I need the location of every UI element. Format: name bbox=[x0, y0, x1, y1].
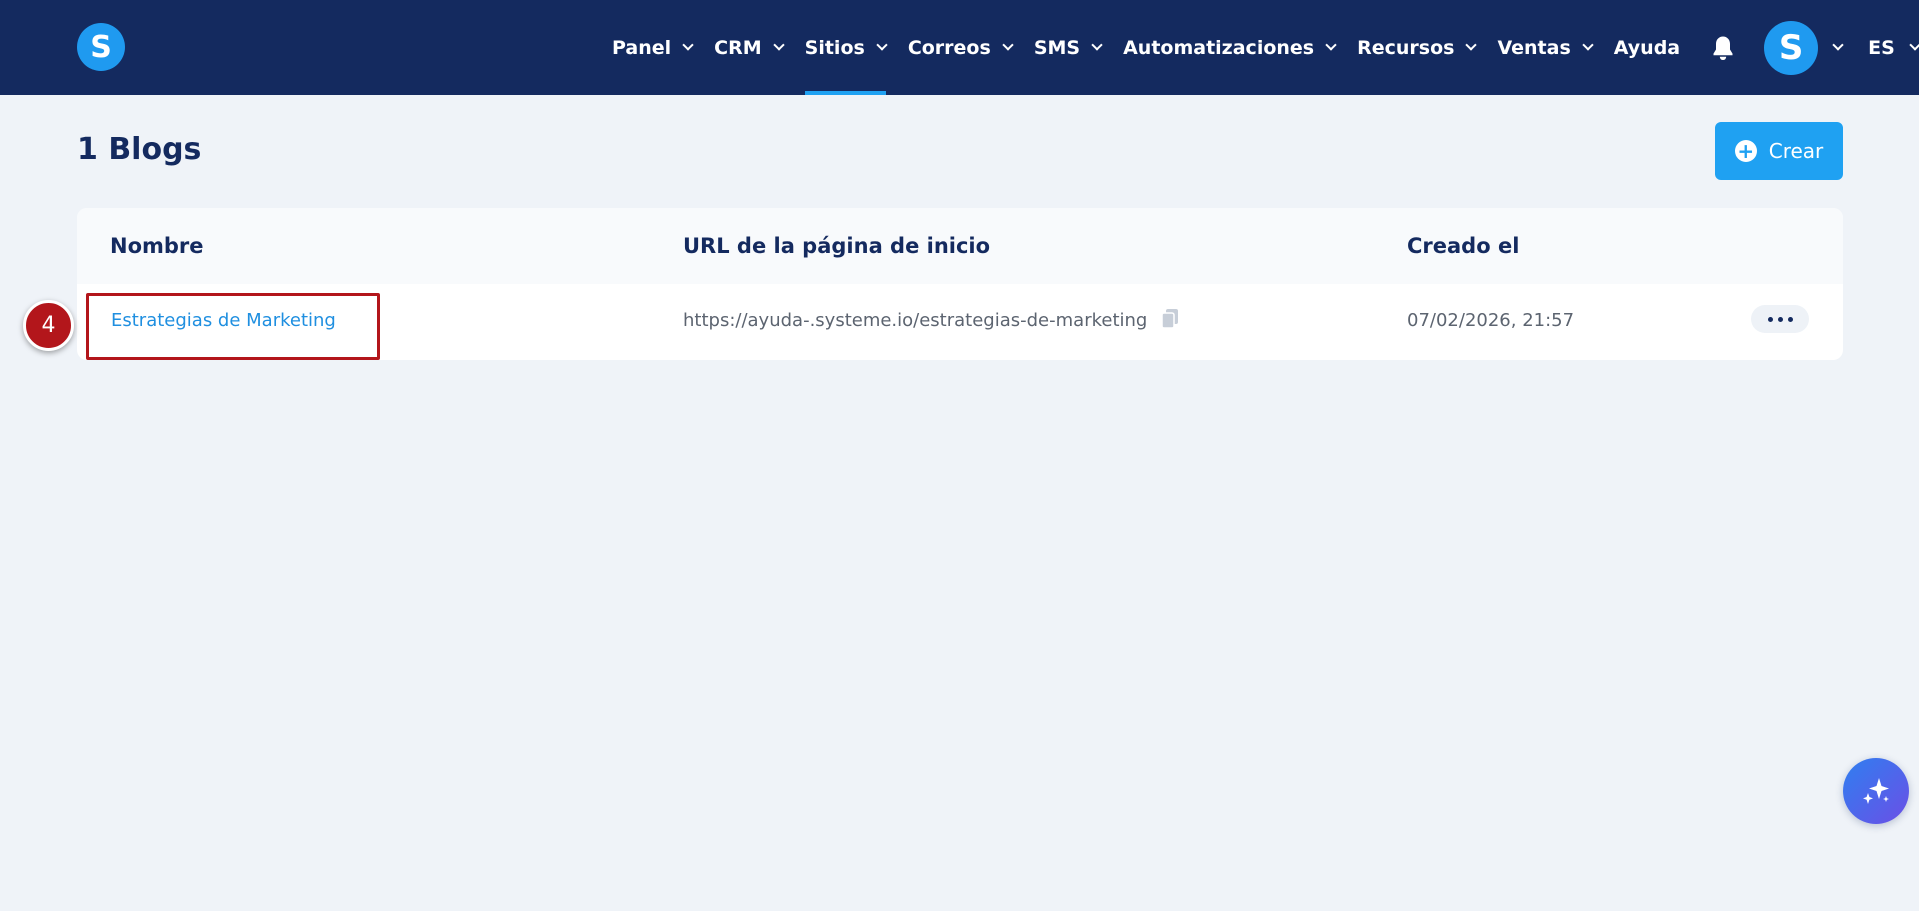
chevron-down-icon bbox=[682, 39, 694, 51]
column-header-url: URL de la página de inicio bbox=[683, 234, 991, 258]
step-number-badge: 4 bbox=[23, 300, 74, 351]
nav-item-label: Automatizaciones bbox=[1123, 36, 1315, 59]
sparkles-icon bbox=[1863, 778, 1889, 804]
nav-item-label: Panel bbox=[612, 36, 672, 59]
bell-icon[interactable] bbox=[1710, 34, 1736, 62]
chevron-down-icon bbox=[772, 39, 785, 51]
table-header: Nombre URL de la página de inicio Creado… bbox=[77, 208, 1843, 284]
nav-item-automatizaciones[interactable]: Automatizaciones bbox=[1123, 0, 1337, 95]
nav-item-sms[interactable]: SMS bbox=[1033, 0, 1103, 95]
language-label: ES bbox=[1868, 36, 1895, 59]
nav-item-label: Sitios bbox=[804, 36, 865, 59]
nav-item-crm[interactable]: CRM bbox=[714, 0, 785, 95]
table-row: Estrategias de Marketing https://ayuda-.… bbox=[77, 284, 1843, 360]
avatar-letter: S bbox=[1778, 27, 1804, 68]
column-header-created: Creado el bbox=[1407, 234, 1520, 258]
logo-letter: S bbox=[90, 29, 112, 65]
nav-item-label: Correos bbox=[907, 36, 991, 59]
page-title: 1 Blogs bbox=[77, 132, 202, 167]
chevron-down-icon[interactable] bbox=[1832, 39, 1844, 51]
chevron-down-icon bbox=[1091, 39, 1103, 51]
blogs-table: Nombre URL de la página de inicio Creado… bbox=[77, 208, 1843, 360]
blog-name-link[interactable]: Estrategias de Marketing bbox=[111, 310, 336, 331]
chevron-down-icon bbox=[1325, 39, 1337, 51]
nav-item-label: SMS bbox=[1033, 36, 1081, 59]
column-header-name: Nombre bbox=[110, 234, 204, 258]
nav-item-label: Ayuda bbox=[1613, 36, 1681, 59]
chevron-down-icon bbox=[1582, 39, 1594, 51]
nav-item-correos[interactable]: Correos bbox=[907, 0, 1014, 95]
create-button-label: Crear bbox=[1768, 139, 1824, 163]
created-date: 07/02/2026, 21:57 bbox=[1407, 310, 1575, 331]
top-navigation-bar: S Panel CRM Sitios Correos SMS Automatiz… bbox=[0, 0, 1919, 95]
more-dots-icon bbox=[1767, 316, 1773, 322]
homepage-url: https://ayuda-.systeme.io/estrategias-de… bbox=[683, 310, 1148, 331]
copy-icon[interactable] bbox=[1160, 308, 1182, 332]
nav-item-label: Recursos bbox=[1357, 36, 1455, 59]
chevron-down-icon bbox=[1909, 39, 1919, 51]
nav-item-label: Ventas bbox=[1497, 36, 1571, 59]
nav-item-recursos[interactable]: Recursos bbox=[1357, 0, 1478, 95]
chevron-down-icon bbox=[1465, 39, 1478, 51]
main-nav: Panel CRM Sitios Correos SMS Automatizac… bbox=[612, 0, 1919, 95]
nav-item-ventas[interactable]: Ventas bbox=[1497, 0, 1594, 95]
language-selector[interactable]: ES bbox=[1868, 37, 1919, 59]
systeme-logo[interactable]: S bbox=[77, 23, 125, 71]
row-actions-button[interactable] bbox=[1751, 305, 1809, 333]
chevron-down-icon bbox=[1002, 39, 1014, 51]
nav-item-ayuda[interactable]: Ayuda bbox=[1614, 0, 1680, 95]
ai-assistant-button[interactable] bbox=[1843, 758, 1909, 824]
step-number: 4 bbox=[41, 313, 56, 338]
create-button[interactable]: + Crear bbox=[1715, 122, 1843, 180]
chevron-down-icon bbox=[876, 39, 888, 51]
nav-item-label: CRM bbox=[714, 36, 762, 59]
avatar[interactable]: S bbox=[1764, 20, 1819, 75]
nav-item-sitios[interactable]: Sitios bbox=[804, 0, 888, 95]
nav-item-panel[interactable]: Panel bbox=[612, 0, 694, 95]
plus-circle-icon: + bbox=[1734, 140, 1757, 162]
